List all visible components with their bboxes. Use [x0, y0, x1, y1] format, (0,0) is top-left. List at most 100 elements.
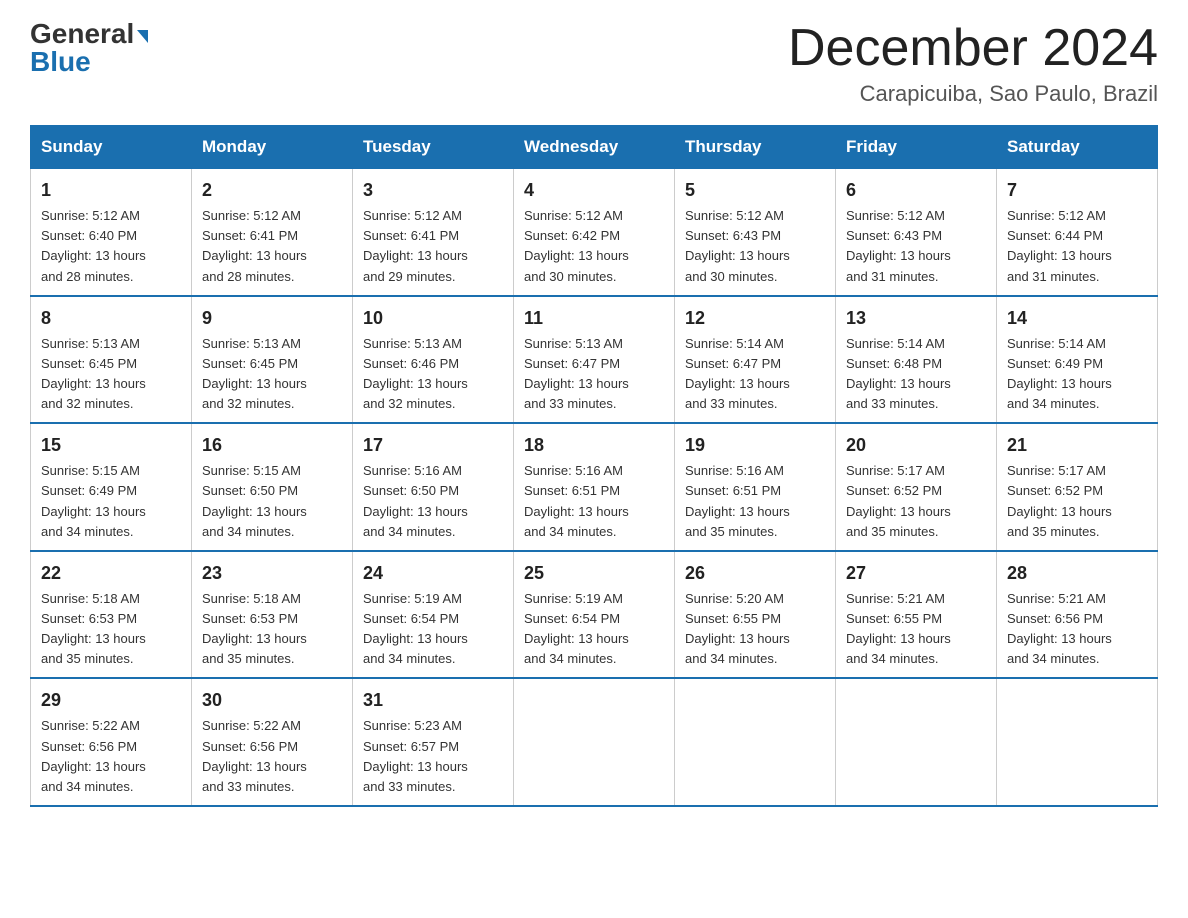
- calendar-week-row: 29Sunrise: 5:22 AM Sunset: 6:56 PM Dayli…: [31, 678, 1158, 806]
- calendar-cell: 25Sunrise: 5:19 AM Sunset: 6:54 PM Dayli…: [514, 551, 675, 679]
- day-number: 5: [685, 177, 825, 204]
- calendar-week-row: 1Sunrise: 5:12 AM Sunset: 6:40 PM Daylig…: [31, 168, 1158, 296]
- day-info: Sunrise: 5:21 AM Sunset: 6:55 PM Dayligh…: [846, 589, 986, 670]
- day-info: Sunrise: 5:23 AM Sunset: 6:57 PM Dayligh…: [363, 716, 503, 797]
- day-info: Sunrise: 5:12 AM Sunset: 6:42 PM Dayligh…: [524, 206, 664, 287]
- calendar-cell: 31Sunrise: 5:23 AM Sunset: 6:57 PM Dayli…: [353, 678, 514, 806]
- day-number: 1: [41, 177, 181, 204]
- day-number: 21: [1007, 432, 1147, 459]
- weekday-header-sunday: Sunday: [31, 126, 192, 168]
- calendar-cell: 4Sunrise: 5:12 AM Sunset: 6:42 PM Daylig…: [514, 168, 675, 296]
- day-info: Sunrise: 5:16 AM Sunset: 6:50 PM Dayligh…: [363, 461, 503, 542]
- day-number: 29: [41, 687, 181, 714]
- calendar-cell: 23Sunrise: 5:18 AM Sunset: 6:53 PM Dayli…: [192, 551, 353, 679]
- calendar-cell: 11Sunrise: 5:13 AM Sunset: 6:47 PM Dayli…: [514, 296, 675, 424]
- day-info: Sunrise: 5:14 AM Sunset: 6:48 PM Dayligh…: [846, 334, 986, 415]
- calendar-cell: 21Sunrise: 5:17 AM Sunset: 6:52 PM Dayli…: [997, 423, 1158, 551]
- calendar-cell: 13Sunrise: 5:14 AM Sunset: 6:48 PM Dayli…: [836, 296, 997, 424]
- day-info: Sunrise: 5:12 AM Sunset: 6:41 PM Dayligh…: [202, 206, 342, 287]
- day-info: Sunrise: 5:12 AM Sunset: 6:41 PM Dayligh…: [363, 206, 503, 287]
- day-info: Sunrise: 5:13 AM Sunset: 6:46 PM Dayligh…: [363, 334, 503, 415]
- day-number: 22: [41, 560, 181, 587]
- day-info: Sunrise: 5:16 AM Sunset: 6:51 PM Dayligh…: [524, 461, 664, 542]
- logo-arrow-icon: [137, 30, 148, 43]
- day-info: Sunrise: 5:17 AM Sunset: 6:52 PM Dayligh…: [846, 461, 986, 542]
- calendar-cell: 1Sunrise: 5:12 AM Sunset: 6:40 PM Daylig…: [31, 168, 192, 296]
- calendar-cell: 5Sunrise: 5:12 AM Sunset: 6:43 PM Daylig…: [675, 168, 836, 296]
- calendar-cell: 2Sunrise: 5:12 AM Sunset: 6:41 PM Daylig…: [192, 168, 353, 296]
- day-info: Sunrise: 5:17 AM Sunset: 6:52 PM Dayligh…: [1007, 461, 1147, 542]
- day-number: 4: [524, 177, 664, 204]
- day-info: Sunrise: 5:18 AM Sunset: 6:53 PM Dayligh…: [202, 589, 342, 670]
- calendar-cell: 30Sunrise: 5:22 AM Sunset: 6:56 PM Dayli…: [192, 678, 353, 806]
- weekday-header-wednesday: Wednesday: [514, 126, 675, 168]
- calendar-title: December 2024: [788, 20, 1158, 77]
- calendar-cell: 10Sunrise: 5:13 AM Sunset: 6:46 PM Dayli…: [353, 296, 514, 424]
- calendar-cell: 16Sunrise: 5:15 AM Sunset: 6:50 PM Dayli…: [192, 423, 353, 551]
- day-info: Sunrise: 5:14 AM Sunset: 6:47 PM Dayligh…: [685, 334, 825, 415]
- day-info: Sunrise: 5:16 AM Sunset: 6:51 PM Dayligh…: [685, 461, 825, 542]
- calendar-cell: 28Sunrise: 5:21 AM Sunset: 6:56 PM Dayli…: [997, 551, 1158, 679]
- calendar-cell: 15Sunrise: 5:15 AM Sunset: 6:49 PM Dayli…: [31, 423, 192, 551]
- calendar-subtitle: Carapicuiba, Sao Paulo, Brazil: [788, 81, 1158, 107]
- day-info: Sunrise: 5:12 AM Sunset: 6:43 PM Dayligh…: [685, 206, 825, 287]
- day-info: Sunrise: 5:20 AM Sunset: 6:55 PM Dayligh…: [685, 589, 825, 670]
- day-info: Sunrise: 5:15 AM Sunset: 6:50 PM Dayligh…: [202, 461, 342, 542]
- calendar-cell: 18Sunrise: 5:16 AM Sunset: 6:51 PM Dayli…: [514, 423, 675, 551]
- calendar-table: SundayMondayTuesdayWednesdayThursdayFrid…: [30, 125, 1158, 807]
- calendar-week-row: 15Sunrise: 5:15 AM Sunset: 6:49 PM Dayli…: [31, 423, 1158, 551]
- day-info: Sunrise: 5:19 AM Sunset: 6:54 PM Dayligh…: [524, 589, 664, 670]
- calendar-cell: 29Sunrise: 5:22 AM Sunset: 6:56 PM Dayli…: [31, 678, 192, 806]
- weekday-header-row: SundayMondayTuesdayWednesdayThursdayFrid…: [31, 126, 1158, 168]
- calendar-cell: 8Sunrise: 5:13 AM Sunset: 6:45 PM Daylig…: [31, 296, 192, 424]
- logo: General Blue: [30, 20, 148, 76]
- day-number: 15: [41, 432, 181, 459]
- weekday-header-saturday: Saturday: [997, 126, 1158, 168]
- calendar-cell: 26Sunrise: 5:20 AM Sunset: 6:55 PM Dayli…: [675, 551, 836, 679]
- day-info: Sunrise: 5:12 AM Sunset: 6:43 PM Dayligh…: [846, 206, 986, 287]
- calendar-cell: 6Sunrise: 5:12 AM Sunset: 6:43 PM Daylig…: [836, 168, 997, 296]
- calendar-week-row: 22Sunrise: 5:18 AM Sunset: 6:53 PM Dayli…: [31, 551, 1158, 679]
- day-number: 31: [363, 687, 503, 714]
- day-info: Sunrise: 5:13 AM Sunset: 6:45 PM Dayligh…: [41, 334, 181, 415]
- calendar-header: SundayMondayTuesdayWednesdayThursdayFrid…: [31, 126, 1158, 168]
- day-info: Sunrise: 5:22 AM Sunset: 6:56 PM Dayligh…: [41, 716, 181, 797]
- day-number: 14: [1007, 305, 1147, 332]
- calendar-cell: 7Sunrise: 5:12 AM Sunset: 6:44 PM Daylig…: [997, 168, 1158, 296]
- day-info: Sunrise: 5:13 AM Sunset: 6:45 PM Dayligh…: [202, 334, 342, 415]
- logo-general: General: [30, 20, 134, 48]
- calendar-cell: 3Sunrise: 5:12 AM Sunset: 6:41 PM Daylig…: [353, 168, 514, 296]
- logo-blue: Blue: [30, 48, 91, 76]
- calendar-cell: [997, 678, 1158, 806]
- day-number: 11: [524, 305, 664, 332]
- title-area: December 2024 Carapicuiba, Sao Paulo, Br…: [788, 20, 1158, 107]
- calendar-cell: 9Sunrise: 5:13 AM Sunset: 6:45 PM Daylig…: [192, 296, 353, 424]
- calendar-cell: 17Sunrise: 5:16 AM Sunset: 6:50 PM Dayli…: [353, 423, 514, 551]
- calendar-week-row: 8Sunrise: 5:13 AM Sunset: 6:45 PM Daylig…: [31, 296, 1158, 424]
- day-info: Sunrise: 5:22 AM Sunset: 6:56 PM Dayligh…: [202, 716, 342, 797]
- day-info: Sunrise: 5:14 AM Sunset: 6:49 PM Dayligh…: [1007, 334, 1147, 415]
- day-number: 25: [524, 560, 664, 587]
- day-number: 10: [363, 305, 503, 332]
- weekday-header-friday: Friday: [836, 126, 997, 168]
- day-number: 6: [846, 177, 986, 204]
- day-number: 3: [363, 177, 503, 204]
- day-number: 23: [202, 560, 342, 587]
- day-info: Sunrise: 5:12 AM Sunset: 6:40 PM Dayligh…: [41, 206, 181, 287]
- calendar-cell: 12Sunrise: 5:14 AM Sunset: 6:47 PM Dayli…: [675, 296, 836, 424]
- day-info: Sunrise: 5:12 AM Sunset: 6:44 PM Dayligh…: [1007, 206, 1147, 287]
- calendar-cell: 20Sunrise: 5:17 AM Sunset: 6:52 PM Dayli…: [836, 423, 997, 551]
- calendar-cell: [836, 678, 997, 806]
- calendar-cell: 22Sunrise: 5:18 AM Sunset: 6:53 PM Dayli…: [31, 551, 192, 679]
- calendar-cell: [514, 678, 675, 806]
- day-info: Sunrise: 5:18 AM Sunset: 6:53 PM Dayligh…: [41, 589, 181, 670]
- day-number: 16: [202, 432, 342, 459]
- day-number: 9: [202, 305, 342, 332]
- day-info: Sunrise: 5:15 AM Sunset: 6:49 PM Dayligh…: [41, 461, 181, 542]
- day-number: 17: [363, 432, 503, 459]
- calendar-cell: [675, 678, 836, 806]
- calendar-cell: 27Sunrise: 5:21 AM Sunset: 6:55 PM Dayli…: [836, 551, 997, 679]
- calendar-cell: 19Sunrise: 5:16 AM Sunset: 6:51 PM Dayli…: [675, 423, 836, 551]
- day-number: 28: [1007, 560, 1147, 587]
- calendar-body: 1Sunrise: 5:12 AM Sunset: 6:40 PM Daylig…: [31, 168, 1158, 806]
